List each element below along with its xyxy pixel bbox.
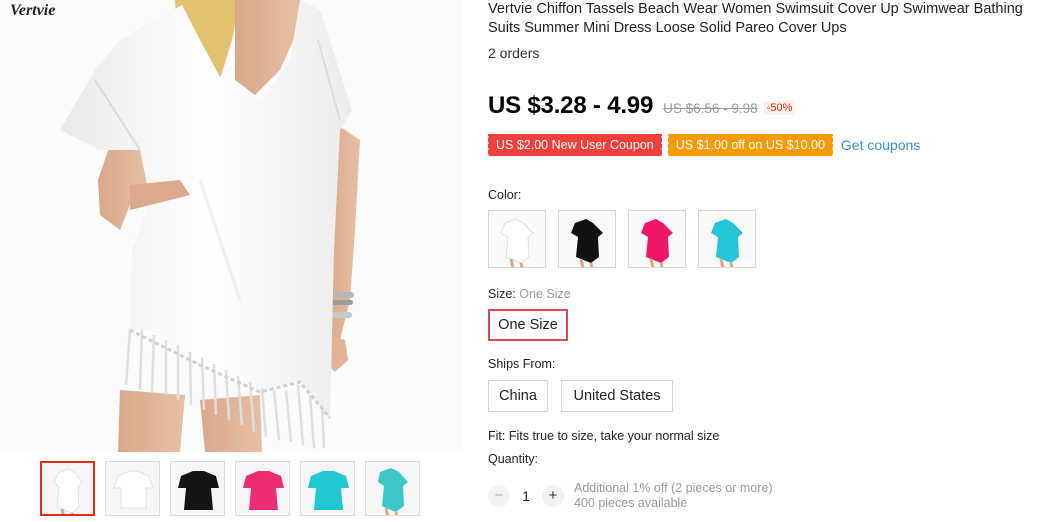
thumbnail-cyan-model-image (378, 468, 408, 515)
main-product-image[interactable]: Vertvie (0, 0, 462, 452)
size-option-one-size[interactable]: One Size (488, 309, 568, 341)
thumbnail-1[interactable] (40, 461, 95, 516)
thumbnail-3[interactable] (170, 461, 225, 516)
quantity-stepper: − 1 + Additional 1% off (2 pieces or mor… (488, 481, 772, 511)
quantity-label: Quantity: (488, 452, 539, 466)
swatch-sky-blue-image (711, 219, 743, 267)
thumbnail-4[interactable] (235, 461, 290, 516)
stock-available: 400 pieces available (574, 496, 688, 510)
ships-from-label: Ships From: (488, 357, 556, 371)
ships-from-united-states[interactable]: United States (561, 380, 673, 412)
color-swatch-rose[interactable] (628, 210, 686, 268)
model-photo-illustration (60, 0, 360, 452)
quantity-increase-button[interactable]: + (542, 485, 564, 507)
orders-count: 2 orders (488, 45, 540, 61)
current-price: US $3.28 - 4.99 (488, 92, 654, 119)
price-row: US $3.28 - 4.99 US $6.56 - 9.98 -50% (488, 92, 796, 120)
color-swatch-sky-blue[interactable] (698, 210, 756, 268)
color-swatch-black[interactable] (558, 210, 616, 268)
thumbnail-2[interactable] (105, 461, 160, 516)
thumbnail-6[interactable] (365, 461, 420, 516)
store-coupon[interactable]: US $1.00 off on US $10.00 (666, 134, 833, 156)
coupon-row: US $2.00 New User Coupon US $1.00 off on… (487, 134, 920, 156)
thumbnail-cyan-image (308, 471, 349, 510)
quantity-decrease-button[interactable]: − (488, 485, 510, 507)
thumbnail-5[interactable] (300, 461, 355, 516)
thumbnail-strip (40, 461, 430, 516)
quantity-value[interactable]: 1 (510, 488, 542, 504)
new-user-coupon[interactable]: US $2.00 New User Coupon (487, 134, 662, 156)
color-swatches (488, 210, 768, 268)
swatch-black-image (571, 219, 603, 267)
size-label-row: Size: One Size (488, 287, 571, 301)
original-price: US $6.56 - 9.98 (663, 100, 758, 116)
ships-from-china[interactable]: China (488, 380, 548, 412)
thumbnail-rose-image (243, 471, 284, 510)
thumbnail-white-model-image (53, 468, 83, 514)
thumbnail-black-image (178, 471, 219, 510)
discount-badge: -50% (763, 101, 796, 115)
bulk-discount-note: Additional 1% off (2 pieces or more) (574, 481, 773, 495)
color-swatch-white[interactable] (488, 210, 546, 268)
size-label: Size: (488, 287, 516, 301)
size-selected-text: One Size (519, 287, 571, 301)
thumbnail-white-flat-image (113, 470, 154, 509)
fit-note: Fit: Fits true to size, take your normal… (488, 429, 720, 443)
swatch-white-image (500, 218, 534, 267)
product-title: Vertvie Chiffon Tassels Beach Wear Women… (488, 1, 1023, 36)
color-label: Color: (488, 188, 522, 202)
brand-watermark: Vertvie (10, 2, 56, 19)
get-coupons-link[interactable]: Get coupons (841, 137, 920, 153)
swatch-rose-image (641, 219, 673, 267)
quantity-info: Additional 1% off (2 pieces or more) 400… (574, 481, 772, 511)
